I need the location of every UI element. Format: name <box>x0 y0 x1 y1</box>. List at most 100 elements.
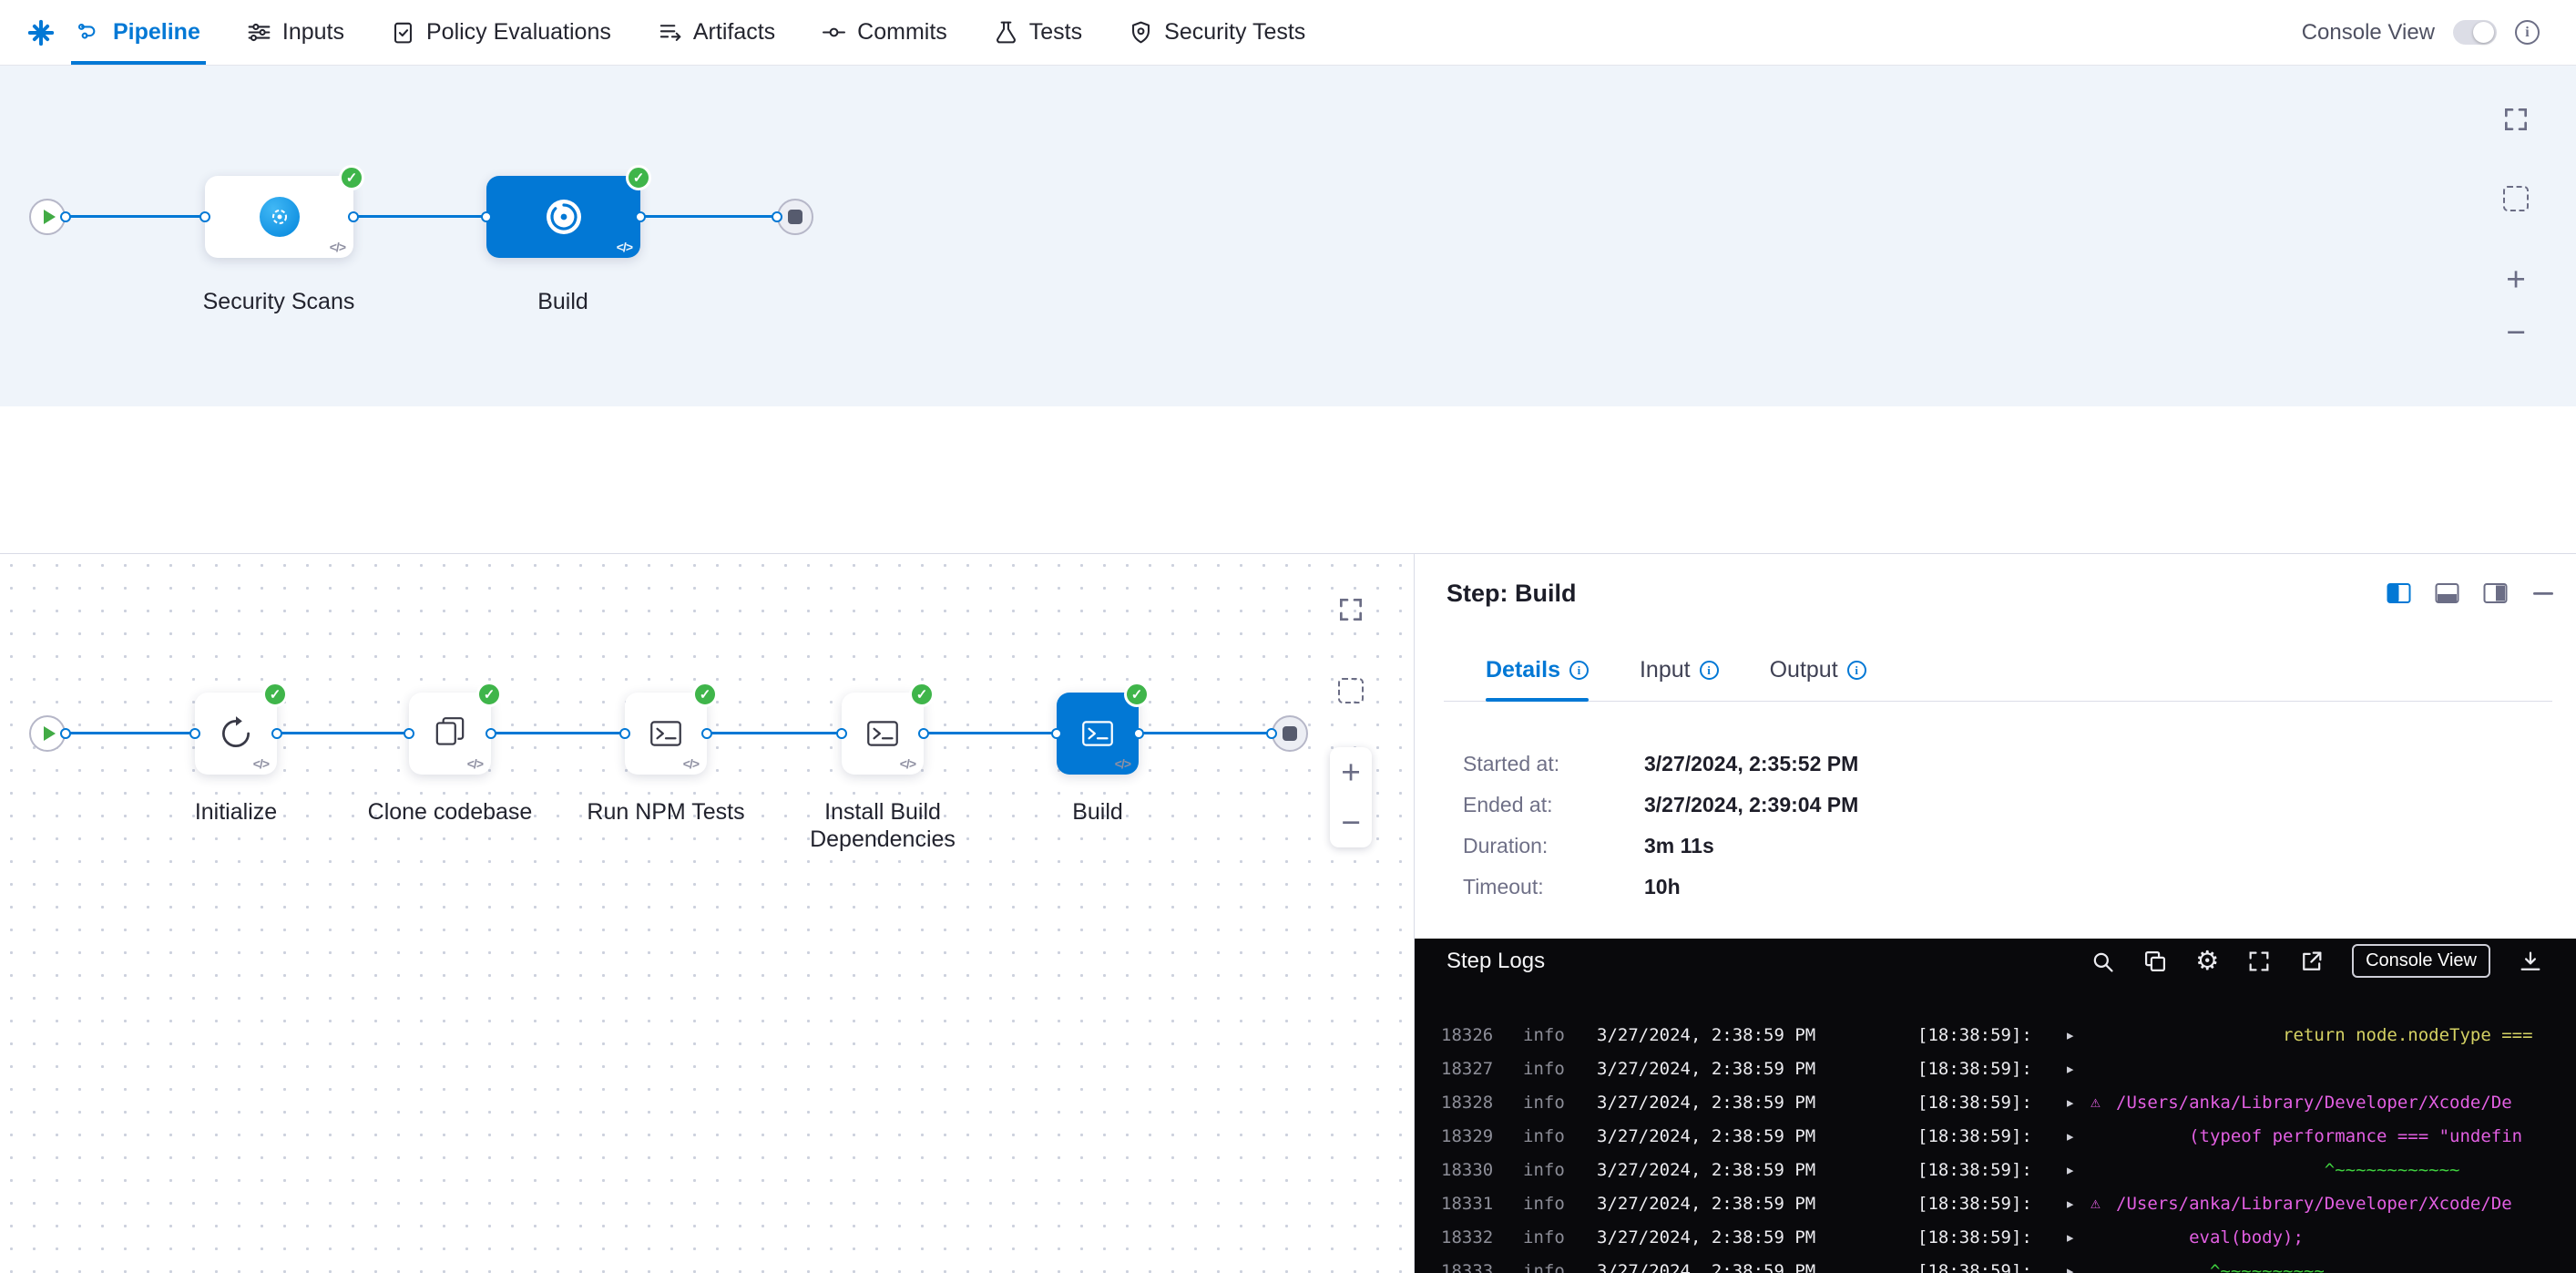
step-node-clone-codebase[interactable] <box>409 693 491 775</box>
connector-point <box>836 728 847 739</box>
fullscreen-button[interactable] <box>1331 590 1371 630</box>
marquee-icon <box>1338 678 1364 703</box>
edge <box>277 732 409 734</box>
log-content: (typeof performance === "undefin <box>2116 1126 2576 1146</box>
tab-label: Policy Evaluations <box>426 19 611 46</box>
stage-pipeline-canvas[interactable]: Security Scans Build + − <box>0 66 2576 406</box>
tab-label: Pipeline <box>113 19 200 46</box>
step-node-initialize[interactable] <box>195 693 277 775</box>
policy-evaluations-icon <box>390 19 416 46</box>
step-node-run-npm-tests[interactable] <box>625 693 707 775</box>
code-icon <box>617 240 632 254</box>
tab-inputs[interactable]: Inputs <box>246 0 344 65</box>
zoom-out-button[interactable]: − <box>2496 312 2536 352</box>
expand-arrow-icon[interactable]: ▸ <box>2065 1093 2090 1113</box>
log-line-number: 18329 <box>1441 1126 1523 1146</box>
artifacts-icon <box>657 19 683 46</box>
fullscreen-icon[interactable] <box>2246 949 2272 974</box>
step-label-build[interactable]: Build <box>997 798 1198 826</box>
security-tests-icon <box>1128 19 1154 46</box>
expand-arrow-icon[interactable]: ▸ <box>2065 1227 2090 1247</box>
log-line: 18327info3/27/2024, 2:38:59 PM[18:38:59]… <box>1441 1052 2576 1085</box>
step-label-initialize[interactable]: Initialize <box>136 798 336 826</box>
info-icon[interactable] <box>1700 661 1719 680</box>
step-graph-canvas[interactable]: Initialize Clone codebase Run NPM Tests … <box>0 554 1414 1273</box>
log-line-number: 18327 <box>1441 1059 1523 1079</box>
tab-pipeline[interactable]: Pipeline <box>77 0 200 65</box>
expand-arrow-icon[interactable]: ▸ <box>2065 1261 2090 1273</box>
open-external-icon[interactable] <box>2299 949 2325 974</box>
stage-node-build[interactable] <box>486 176 640 258</box>
security-scans-stage-icon <box>260 197 300 237</box>
info-icon[interactable] <box>1847 661 1866 680</box>
connector-point <box>60 728 71 739</box>
edge <box>66 732 195 734</box>
tab-input[interactable]: Input <box>1640 640 1719 701</box>
tab-security-tests[interactable]: Security Tests <box>1128 0 1305 65</box>
minimize-panel-icon[interactable] <box>2531 582 2555 604</box>
fullscreen-button[interactable] <box>2496 99 2536 139</box>
expand-arrow-icon[interactable]: ▸ <box>2065 1160 2090 1180</box>
console-header: Step Logs ⚙ Console View <box>1415 939 2576 983</box>
layout-split-left-icon[interactable] <box>2387 582 2411 604</box>
expand-arrow-icon[interactable]: ▸ <box>2065 1126 2090 1146</box>
commits-icon <box>821 19 847 46</box>
stage-node-security-scans[interactable] <box>205 176 353 258</box>
log-lines[interactable]: 18326info3/27/2024, 2:38:59 PM[18:38:59]… <box>1415 983 2576 1273</box>
code-icon <box>253 756 269 771</box>
detail-value: 3m 11s <box>1644 834 1714 858</box>
log-line: 18333info3/27/2024, 2:38:59 PM[18:38:59]… <box>1441 1254 2576 1273</box>
pipeline-end-node[interactable] <box>777 199 813 235</box>
tab-artifacts[interactable]: Artifacts <box>657 0 775 65</box>
log-line-number: 18333 <box>1441 1261 1523 1273</box>
edge <box>924 732 1057 734</box>
edge-start-to-security-scans <box>66 215 205 218</box>
terminal-icon <box>864 714 902 753</box>
edge <box>1139 732 1272 734</box>
step-label-run-npm-tests[interactable]: Run NPM Tests <box>566 798 766 826</box>
layout-split-right-icon[interactable] <box>2483 582 2508 604</box>
log-level: info <box>1523 1261 1597 1273</box>
select-region-button[interactable] <box>1331 671 1371 711</box>
layout-split-bottom-icon[interactable] <box>2435 582 2459 604</box>
step-label-install-build-dependencies[interactable]: Install Build Dependencies <box>796 798 969 853</box>
tab-tests[interactable]: Tests <box>993 0 1082 65</box>
expand-arrow-icon[interactable]: ▸ <box>2065 1194 2090 1214</box>
info-icon[interactable] <box>2515 20 2540 45</box>
success-badge <box>909 682 935 707</box>
tab-commits[interactable]: Commits <box>821 0 947 65</box>
detail-row: Started at: 3/27/2024, 2:35:52 PM <box>1463 744 1858 785</box>
play-icon <box>44 210 56 224</box>
step-label-clone-codebase[interactable]: Clone codebase <box>350 798 550 826</box>
connector-point <box>918 728 929 739</box>
zoom-out-button[interactable]: − <box>1330 798 1372 847</box>
console-view-button[interactable]: Console View <box>2352 944 2490 978</box>
tab-details[interactable]: Details <box>1486 640 1589 701</box>
expand-arrow-icon[interactable]: ▸ <box>2065 1025 2090 1045</box>
log-line: 18331info3/27/2024, 2:38:59 PM[18:38:59]… <box>1441 1186 2576 1220</box>
log-content: /Users/anka/Library/Developer/Xcode/De <box>2116 1093 2576 1113</box>
log-date: 3/27/2024, 2:38:59 PM <box>1597 1194 1917 1214</box>
copy-icon[interactable] <box>2142 949 2168 974</box>
console-view-toggle[interactable] <box>2453 20 2497 45</box>
steps-end-node[interactable] <box>1272 715 1308 752</box>
stage-label-security-scans[interactable]: Security Scans <box>179 288 379 315</box>
log-content: /Users/anka/Library/Developer/Xcode/De <box>2116 1194 2576 1214</box>
tab-output[interactable]: Output <box>1770 640 1866 701</box>
search-icon[interactable] <box>2090 949 2115 974</box>
info-icon[interactable] <box>1569 661 1589 680</box>
connector-point <box>199 211 210 222</box>
select-region-button[interactable] <box>2496 179 2536 219</box>
download-icon[interactable] <box>2518 949 2543 974</box>
tab-policy-evaluations[interactable]: Policy Evaluations <box>390 0 611 65</box>
initialize-step-icon <box>217 714 255 753</box>
zoom-in-button[interactable]: + <box>2496 259 2536 299</box>
step-node-build[interactable] <box>1057 693 1139 775</box>
zoom-in-button[interactable]: + <box>1330 748 1372 797</box>
plus-icon: + <box>1341 755 1361 789</box>
step-node-install-build-dependencies[interactable] <box>842 693 924 775</box>
settings-gear-icon[interactable]: ⚙ <box>2195 948 2219 974</box>
stop-icon <box>1283 726 1297 741</box>
stage-label-build[interactable]: Build <box>463 288 663 315</box>
expand-arrow-icon[interactable]: ▸ <box>2065 1059 2090 1079</box>
